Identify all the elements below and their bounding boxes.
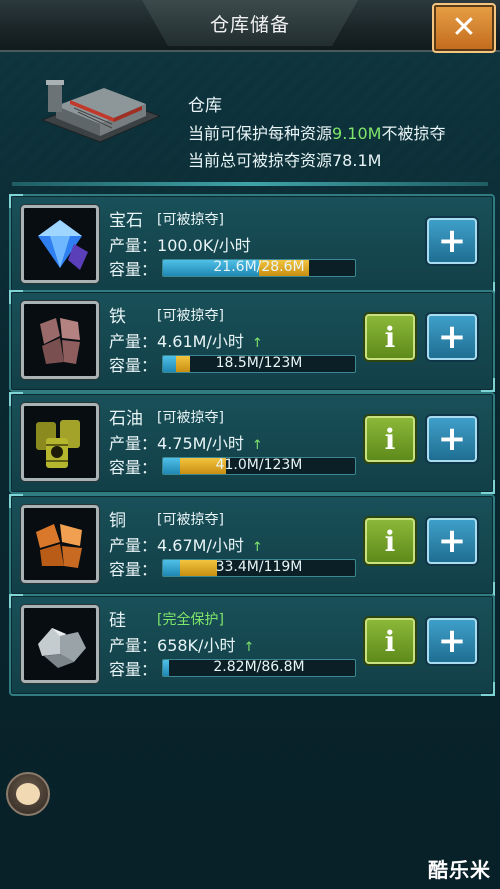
production-rate: 100.0K/小时 bbox=[157, 236, 251, 255]
warehouse-building-icon bbox=[40, 80, 162, 143]
capacity-bar: 41.0M/123M bbox=[162, 457, 356, 475]
resource-name: 硅 bbox=[109, 611, 126, 631]
production-rate: 4.67M/小时 bbox=[157, 536, 244, 555]
add-iron-button[interactable]: + bbox=[427, 314, 477, 360]
capacity-value: 33.4M/119M bbox=[215, 559, 303, 575]
card-corner bbox=[481, 682, 495, 696]
production-line: 产量：658K/小时 ↑ bbox=[109, 632, 254, 656]
resource-card-copper: 铜 [可被掠夺] 产量：4.67M/小时 ↑ 容量： 33.4M/119M i + bbox=[9, 494, 495, 596]
production-label: 产量： bbox=[109, 332, 158, 351]
loot-status-tag: [可被掠夺] bbox=[157, 512, 224, 528]
capacity-label: 容量： bbox=[109, 458, 158, 477]
increase-arrow-icon: ↑ bbox=[251, 438, 263, 453]
increase-arrow-icon: ↑ bbox=[243, 640, 255, 655]
loot-status-tag: [可被掠夺] bbox=[157, 212, 224, 228]
oil-barrel-icon bbox=[36, 420, 80, 468]
plus-icon: + bbox=[437, 221, 467, 261]
increase-arrow-icon: ↑ bbox=[251, 540, 263, 555]
resource-card-gem: 宝石 [可被掠夺] 产量：100.0K/小时 容量： 21.6M/28.6M + bbox=[9, 194, 495, 296]
plus-icon: + bbox=[437, 621, 467, 661]
add-silicon-button[interactable]: + bbox=[427, 618, 477, 664]
close-button[interactable]: ✕ bbox=[432, 3, 496, 53]
oil-info-button[interactable]: i bbox=[365, 416, 415, 462]
production-rate: 4.61M/小时 bbox=[157, 332, 244, 351]
capacity-label: 容量： bbox=[109, 660, 158, 679]
card-corner bbox=[481, 378, 495, 392]
resource-name: 宝石 bbox=[109, 211, 143, 231]
silicon-icon-box bbox=[21, 605, 99, 683]
production-label: 产量： bbox=[109, 536, 158, 555]
capacity-value: 2.82M/86.8M bbox=[213, 659, 305, 675]
copper-icon-box bbox=[21, 505, 99, 583]
resource-name: 铁 bbox=[109, 307, 126, 327]
resource-name: 石油 bbox=[109, 409, 143, 429]
protect-suffix: 不被掠夺 bbox=[381, 124, 446, 143]
protect-value: 9.10M bbox=[332, 124, 382, 143]
plus-icon: + bbox=[437, 521, 467, 561]
production-line: 产量：4.67M/小时 ↑ bbox=[109, 532, 263, 556]
copper-info-button[interactable]: i bbox=[365, 518, 415, 564]
production-line: 产量：4.61M/小时 ↑ bbox=[109, 328, 263, 352]
page-title: 仓库储备 bbox=[209, 14, 290, 36]
capacity-bar: 2.82M/86.8M bbox=[162, 659, 356, 677]
info-icon: i bbox=[384, 320, 396, 354]
add-oil-button[interactable]: + bbox=[427, 416, 477, 462]
resource-card-silicon: 硅 [完全保护] 产量：658K/小时 ↑ 容量： 2.82M/86.8M i + bbox=[9, 594, 495, 696]
resource-name: 铜 bbox=[109, 511, 126, 531]
resource-card-oil: 石油 [可被掠夺] 产量：4.75M/小时 ↑ 容量： 41.0M/123M i … bbox=[9, 392, 495, 494]
gem-icon-box bbox=[21, 205, 99, 283]
resource-card-iron: 铁 [可被掠夺] 产量：4.61M/小时 ↑ 容量： 18.5M/123M i + bbox=[9, 290, 495, 392]
title-bar: 仓库储备 ✕ bbox=[0, 0, 500, 53]
iron-info-button[interactable]: i bbox=[365, 314, 415, 360]
loot-status-tag: [可被掠夺] bbox=[157, 308, 224, 324]
capacity-label: 容量： bbox=[109, 560, 158, 579]
production-label: 产量： bbox=[109, 636, 158, 655]
protect-line: 当前可保护每种资源9.10M不被掠夺 bbox=[188, 120, 445, 144]
protect-prefix: 当前可保护每种资源 bbox=[188, 124, 333, 143]
gem-icon bbox=[38, 220, 88, 270]
production-label: 产量： bbox=[109, 434, 158, 453]
advisor-avatar[interactable] bbox=[6, 772, 50, 816]
capacity-value: 41.0M/123M bbox=[215, 457, 303, 473]
info-icon: i bbox=[384, 524, 396, 558]
add-copper-button[interactable]: + bbox=[427, 518, 477, 564]
loot-status-tag: [可被掠夺] bbox=[157, 410, 224, 426]
watermark: 酷乐米 bbox=[428, 858, 491, 882]
production-label: 产量： bbox=[109, 236, 158, 255]
oil-icon-box bbox=[21, 403, 99, 481]
iron-ore-icon bbox=[40, 318, 80, 364]
plus-icon: + bbox=[437, 419, 467, 459]
warehouse-name: 仓库 bbox=[188, 96, 222, 116]
card-corner bbox=[481, 480, 495, 494]
capacity-bar: 18.5M/123M bbox=[162, 355, 356, 373]
production-line: 产量：4.75M/小时 ↑ bbox=[109, 430, 263, 454]
info-icon: i bbox=[384, 422, 396, 456]
lootable-line: 当前总可被掠夺资源78.1M bbox=[188, 151, 382, 170]
section-divider bbox=[12, 182, 488, 186]
capacity-bar: 33.4M/119M bbox=[162, 559, 356, 577]
capacity-label: 容量： bbox=[109, 356, 158, 375]
iron-icon-box bbox=[21, 301, 99, 379]
capacity-bar: 21.6M/28.6M bbox=[162, 259, 356, 277]
silicon-info-button[interactable]: i bbox=[365, 618, 415, 664]
plus-icon: + bbox=[437, 317, 467, 357]
silicon-ore-icon bbox=[38, 628, 86, 668]
capacity-label: 容量： bbox=[109, 260, 158, 279]
info-icon: i bbox=[384, 624, 396, 658]
production-line: 产量：100.0K/小时 bbox=[109, 232, 251, 256]
add-gem-button[interactable]: + bbox=[427, 218, 477, 264]
increase-arrow-icon: ↑ bbox=[251, 336, 263, 351]
production-rate: 4.75M/小时 bbox=[157, 434, 244, 453]
loot-status-tag: [完全保护] bbox=[157, 612, 224, 628]
close-icon: ✕ bbox=[451, 10, 477, 45]
capacity-value: 21.6M/28.6M bbox=[213, 259, 305, 275]
production-rate: 658K/小时 bbox=[157, 636, 236, 655]
capacity-value: 18.5M/123M bbox=[215, 355, 303, 371]
copper-ore-icon bbox=[36, 524, 82, 568]
avatar-face-icon bbox=[16, 783, 40, 805]
